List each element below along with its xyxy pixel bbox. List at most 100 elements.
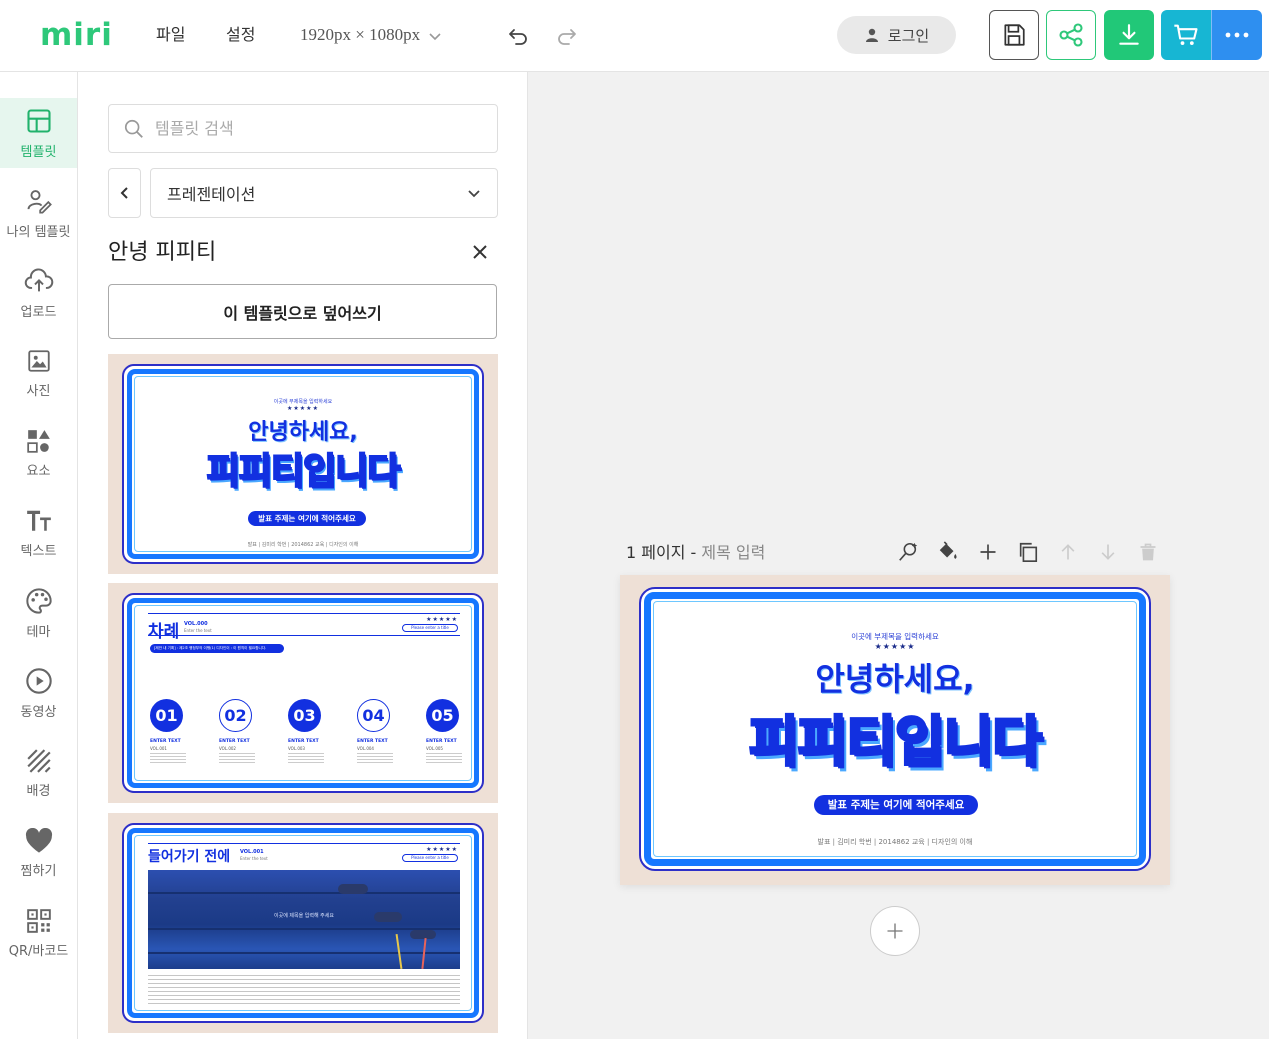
share-icon [1059,23,1083,47]
stars: ★★★★★ [426,846,458,853]
play-icon [25,667,52,694]
trash-icon [1140,543,1156,561]
rail-item-my-template[interactable]: 나의 템플릿 [0,178,77,248]
rail-item-text[interactable]: 텍스트 [0,498,77,568]
login-button[interactable]: 로그인 [837,16,956,54]
add-page-button[interactable] [870,906,920,956]
paint-bucket-icon [939,541,957,559]
text-icon [26,510,51,531]
duplicate-page-button[interactable] [1016,540,1040,564]
menu-file[interactable]: 파일 [156,24,185,46]
search-input[interactable] [155,119,475,138]
toc-sub: Enter the text [184,628,212,633]
logo[interactable]: miri [40,18,113,52]
chevron-left-icon [120,187,128,199]
rail-item-background[interactable]: 배경 [0,738,77,808]
toc-vol: VOL.005 [426,746,443,751]
big-title-text[interactable]: 피피티입니다 [651,697,1139,776]
stars[interactable]: ★★★★★ [651,642,1139,651]
toc-number: 01 [150,699,183,732]
page-toolbar [896,540,1160,564]
photo-area: 이곳에 제목을 입력해 주세요 [148,870,460,969]
toc-label: ENTER TEXT [357,739,388,744]
page-separator: - [685,543,702,562]
rail-label: 텍스트 [20,543,57,559]
share-button[interactable] [1046,10,1096,60]
page-title-input[interactable]: 제목 입력 [701,543,765,562]
toc-vol: VOL.001 [150,746,167,751]
category-value: 프레젠테이션 [167,185,256,204]
close-icon[interactable] [468,240,492,264]
move-down-icon [1101,544,1115,560]
overwrite-template-button[interactable]: 이 템플릿으로 덮어쓰기 [108,284,497,339]
back-button[interactable] [108,168,141,218]
undo-icon[interactable] [506,24,530,48]
menu-settings[interactable]: 설정 [226,24,255,46]
move-page-up-button[interactable] [1056,540,1080,564]
palette-icon [25,587,52,614]
user-icon [865,28,878,42]
rail-item-elements[interactable]: 요소 [0,418,77,488]
template-thumbnail[interactable]: 이곳에 부제목을 입력하세요 ★★★★★ 안녕하세요, 피피티입니다 발표 주제… [108,354,498,574]
tool-rail: 템플릿 나의 템플릿 업로드 사진 요소 텍스트 테마 동영상 배경 찜하기 Q… [0,72,78,1039]
canvas-size-value: 1920px × 1080px [300,25,421,44]
fill-color-button[interactable] [936,540,960,564]
info-bar: [제안 내 기획] : 제2조 행정부의 이행(1) 디자인이 : 이 원칙이 … [150,644,284,653]
add-page-toolbar-button[interactable] [976,540,1000,564]
template-search[interactable] [108,104,498,153]
rail-item-theme[interactable]: 테마 [0,578,77,648]
more-button[interactable] [1211,10,1262,60]
shapes-icon [26,429,50,453]
template-panel: 프레젠테이션 안녕 피피티 이 템플릿으로 덮어쓰기 이곳에 부제목을 입력하세… [78,72,528,1039]
more-icon [1225,32,1249,38]
rail-label: 배경 [26,783,51,799]
page-label: 1 페이지 - 제목 입력 [626,542,765,564]
redo-icon[interactable] [555,24,579,48]
delete-page-button[interactable] [1136,540,1160,564]
toc-label: ENTER TEXT [219,739,250,744]
add-icon [887,923,903,939]
rail-label: QR/바코드 [8,943,69,959]
rail-label: 나의 템플릿 [6,224,71,240]
rail-item-favorites[interactable]: 찜하기 [0,818,77,888]
user-edit-icon [27,189,52,214]
template-thumbnail[interactable]: 들어가기 전에 VOL.001 Enter the text ★★★★★ Ple… [108,813,498,1033]
move-page-down-button[interactable] [1096,540,1120,564]
rail-label: 템플릿 [20,144,57,160]
cloud-upload-icon [24,267,53,291]
download-button[interactable] [1104,10,1154,60]
toc-label: ENTER TEXT [288,739,319,744]
slide-canvas[interactable]: 이곳에 부제목을 입력하세요 ★★★★★ 안녕하세요, 피피티입니다 발표 주제… [620,575,1170,885]
add-icon [980,544,996,560]
category-select[interactable]: 프레젠테이션 [150,168,498,218]
image-icon [27,349,50,372]
slide-frame: 들어가기 전에 VOL.001 Enter the text ★★★★★ Ple… [122,823,484,1023]
slide-frame: 이곳에 부제목을 입력하세요 ★★★★★ 안녕하세요, 피피티입니다 발표 주제… [122,364,484,564]
panel-title: 안녕 피피티 [108,240,217,265]
meta-text: 발표 | 김미리 학번 | 2014862 교육 | 디자인의 이해 [247,542,359,548]
cart-button[interactable] [1161,10,1211,60]
topic-pill[interactable]: 발표 주제는 여기에 적어주세요 [814,795,978,815]
canvas-size-select[interactable]: 1920px × 1080px [300,24,442,46]
toc-vol: VOL.004 [357,746,374,751]
rail-item-upload[interactable]: 업로드 [0,258,77,328]
hello-text[interactable]: 안녕하세요, [651,654,1139,700]
download-icon [1119,24,1139,45]
template-thumbnail[interactable]: 차례 VOL.000 Enter the text ★★★★★ Please e… [108,583,498,803]
stripes-icon [26,748,51,773]
photo-caption: 이곳에 제목을 입력해 주세요 [274,913,334,919]
stars: ★★★★★ [287,405,319,412]
subtitle-text[interactable]: 이곳에 부제목을 입력하세요 [651,631,1139,642]
toc-title: 차례 [148,622,180,642]
layout-icon [26,108,51,133]
rail-item-qr[interactable]: QR/바코드 [0,898,77,968]
rail-item-video[interactable]: 동영상 [0,658,77,728]
rail-item-photo[interactable]: 사진 [0,338,77,408]
title-pill: Please enter a title [402,624,458,632]
rail-label: 찜하기 [20,863,57,879]
save-button[interactable] [989,10,1039,60]
magic-pick-button[interactable] [896,540,920,564]
rail-item-template[interactable]: 템플릿 [0,98,77,168]
meta-text[interactable]: 발표 | 김미리 학번 | 2014862 교육 | 디자인의 이해 [651,837,1139,847]
rail-label: 요소 [26,463,51,479]
